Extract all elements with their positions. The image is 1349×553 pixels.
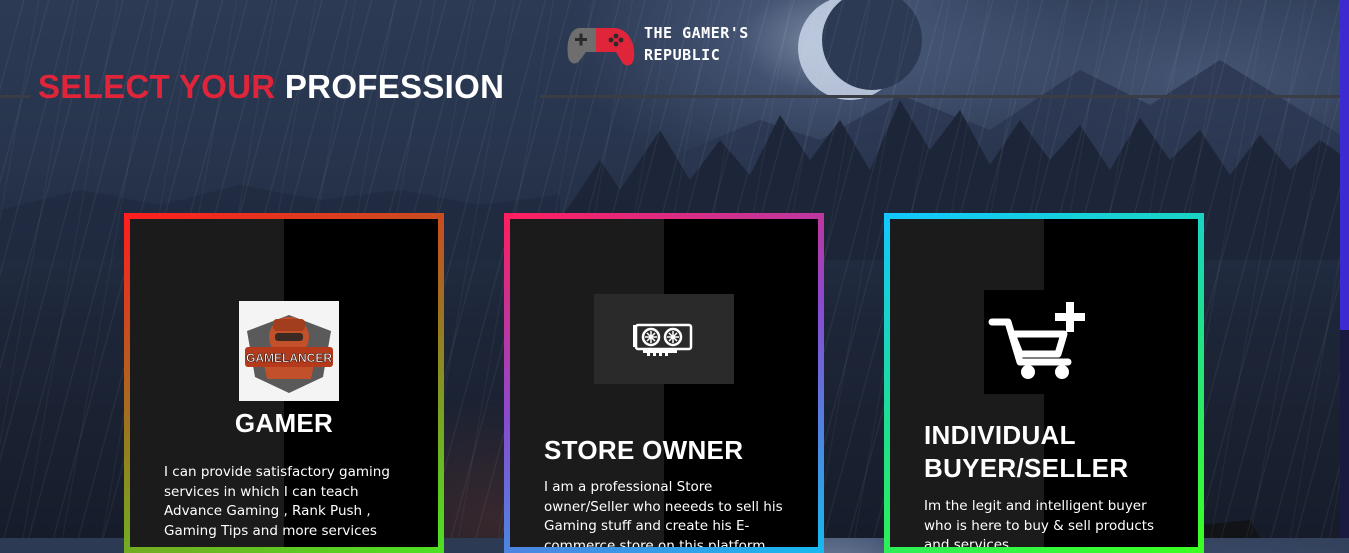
card-description-gamer: I can provide satisfactory gaming servic… bbox=[164, 464, 390, 539]
brand-line-2: REPUBLIC bbox=[644, 46, 721, 64]
card-title-individual-buyer-seller: INDIVIDUAL BUYER/SELLER bbox=[924, 420, 1129, 483]
profession-card-store-owner[interactable]: STORE OWNER I am a professional Store ow… bbox=[504, 213, 824, 553]
brand-line-1: THE GAMER'S bbox=[644, 24, 749, 42]
page-title-accent: SELECT YOUR bbox=[38, 68, 276, 105]
cart-plus-icon bbox=[984, 290, 1090, 394]
card-title-store-owner: STORE OWNER bbox=[544, 435, 744, 465]
scrollbar-thumb[interactable] bbox=[1340, 0, 1349, 330]
card-title-gamer: GAMER bbox=[234, 408, 334, 438]
gamepad-icon bbox=[567, 28, 635, 66]
header-divider-left bbox=[0, 95, 30, 98]
page-title-main: PROFESSION bbox=[284, 68, 505, 105]
card-description-store-owner: I am a professional Store owner/Seller w… bbox=[544, 479, 783, 547]
profession-card-individual-buyer-seller[interactable]: INDIVIDUAL BUYER/SELLER Im the legit and… bbox=[884, 213, 1204, 553]
card-description-individual-buyer-seller: Im the legit and intelligent buyer who i… bbox=[924, 498, 1155, 547]
profession-card-gamer[interactable]: GAMELANCER GAMER I can provide satisfact… bbox=[124, 213, 444, 553]
header-divider-right bbox=[540, 95, 1340, 98]
page-title: SELECT YOUR PROFESSION bbox=[38, 68, 504, 106]
gamelancer-logo-text: GAMELANCER bbox=[246, 351, 332, 365]
gpu-icon bbox=[594, 294, 734, 384]
site-logo[interactable]: THE GAMER'S REPUBLIC bbox=[566, 18, 749, 70]
gamelancer-logo-image: GAMELANCER bbox=[239, 301, 339, 401]
